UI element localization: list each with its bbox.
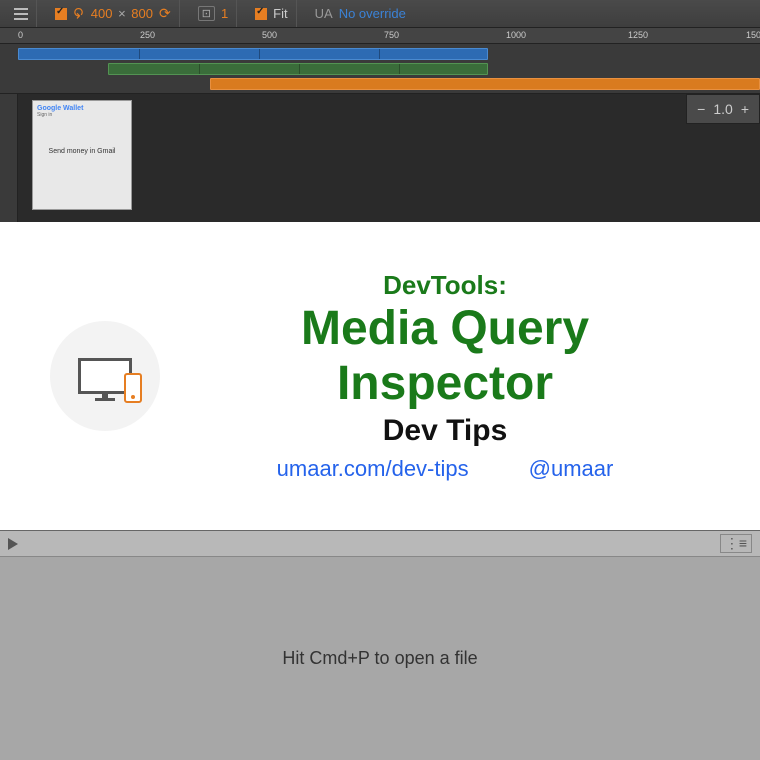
site-tagline: Send money in Gmail (37, 148, 127, 155)
signin-link: Sign in (37, 112, 127, 118)
panel-body: Hit Cmd+P to open a file (0, 557, 760, 760)
ruler-tick: 0 (18, 30, 23, 40)
open-file-hint: Hit Cmd+P to open a file (282, 648, 477, 669)
card-pretitle: DevTools: (160, 270, 730, 301)
card-subtitle: Dev Tips (160, 414, 730, 448)
ruler-tick: 750 (384, 30, 399, 40)
dimensions-section: ⟲ 400 × 800 ⟳ (47, 0, 180, 27)
swap-dimensions-icon[interactable]: ⟳ (159, 5, 171, 22)
site-logo: Google Wallet (37, 105, 127, 112)
devices-icon (50, 321, 160, 431)
preview-viewport[interactable]: Google Wallet Sign in Send money in Gmai… (18, 94, 760, 222)
dpr-section: ⊡ 1 (190, 0, 237, 27)
ua-value[interactable]: No override (339, 6, 406, 21)
zoom-in-button[interactable]: + (741, 101, 749, 117)
panel-menu-icon[interactable]: ⋮≡ (720, 534, 752, 553)
device-preview: Google Wallet Sign in Send money in Gmai… (0, 94, 760, 222)
zoom-control: − 1.0 + (686, 94, 760, 124)
drawer-icon[interactable] (14, 8, 28, 20)
ruler-tick: 1000 (506, 30, 526, 40)
rotate-icon[interactable]: ⟲ (70, 8, 87, 20)
card-title-line2: Inspector (160, 358, 730, 411)
dpr-value[interactable]: 1 (221, 6, 228, 21)
media-query-inspector (0, 44, 760, 94)
ua-section: UA No override (307, 0, 414, 27)
card-title-line1: Media Query (160, 303, 730, 356)
ruler-tick: 500 (262, 30, 277, 40)
media-query-bar-min[interactable] (210, 78, 760, 90)
vertical-ruler (0, 94, 18, 222)
device-toolbar: ⟲ 400 × 800 ⟳ ⊡ 1 Fit UA No override (0, 0, 760, 28)
media-query-bar-max[interactable] (18, 48, 488, 60)
emulation-toggle[interactable] (55, 8, 67, 20)
ua-label: UA (315, 6, 333, 21)
zoom-level: 1.0 (713, 101, 732, 117)
navigator-toggle-icon[interactable] (8, 538, 18, 550)
viewport-height[interactable]: 800 (131, 6, 153, 21)
phone-icon (124, 373, 142, 403)
ruler-tick: 1250 (628, 30, 648, 40)
fit-section: Fit (247, 0, 296, 27)
page-thumbnail: Google Wallet Sign in Send money in Gmai… (32, 100, 132, 210)
fit-label: Fit (273, 6, 287, 21)
horizontal-ruler: 0 250 500 750 1000 1250 1500 (0, 28, 760, 44)
viewport-dimensions[interactable]: 400 × 800 (91, 6, 153, 21)
card-links: umaar.com/dev-tips @umaar (160, 456, 730, 482)
dpr-icon: ⊡ (198, 6, 215, 21)
panel-tabbar: ⋮≡ (0, 531, 760, 557)
card-text: DevTools: Media Query Inspector Dev Tips… (160, 270, 730, 483)
toolbar-left (6, 0, 37, 27)
media-query-bar-range[interactable] (108, 63, 488, 75)
zoom-out-button[interactable]: − (697, 101, 705, 117)
title-card: DevTools: Media Query Inspector Dev Tips… (0, 222, 760, 530)
viewport-width[interactable]: 400 (91, 6, 113, 21)
sources-panel: ⋮≡ Hit Cmd+P to open a file (0, 530, 760, 760)
ruler-tick: 1500 (746, 30, 760, 40)
ruler-tick: 250 (140, 30, 155, 40)
fit-toggle[interactable] (255, 8, 267, 20)
twitter-link[interactable]: @umaar (529, 456, 614, 482)
website-link[interactable]: umaar.com/dev-tips (277, 456, 469, 482)
dimension-separator: × (118, 6, 126, 21)
